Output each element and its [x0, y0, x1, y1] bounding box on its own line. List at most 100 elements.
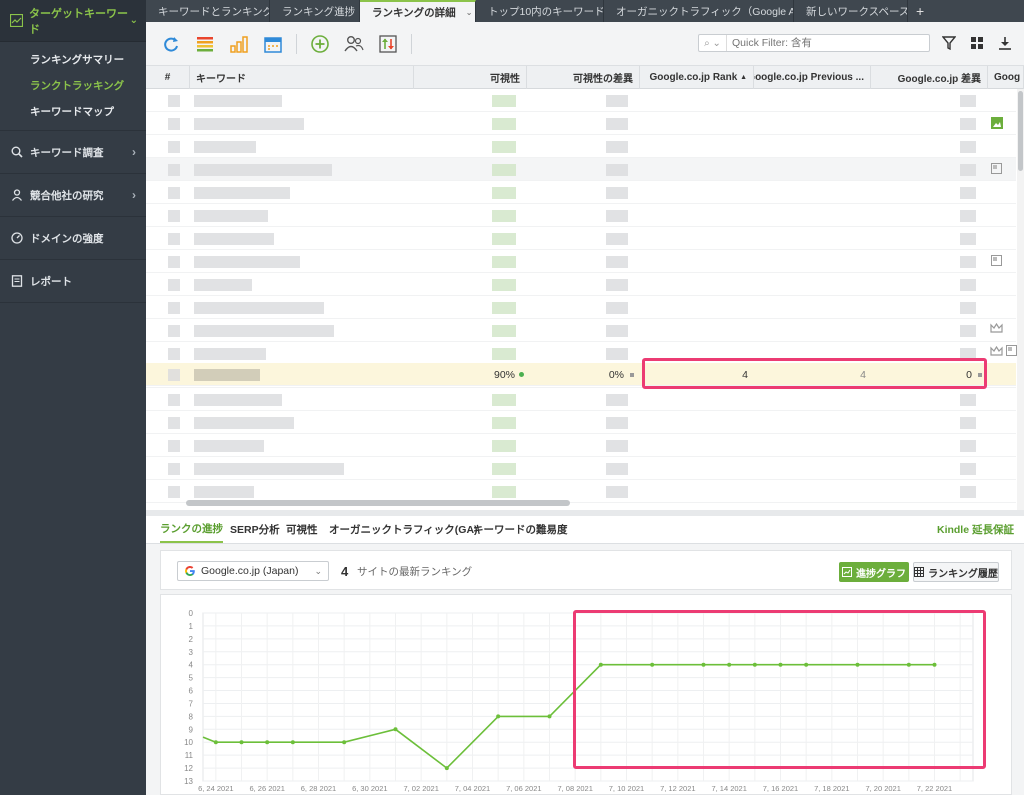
visibility-diff-text: 0%	[608, 368, 624, 381]
sidebar-item-domain-strength[interactable]: ドメインの強度	[0, 217, 146, 260]
table-row[interactable]	[146, 319, 1016, 342]
y-tick-label: 12	[184, 764, 193, 773]
blurred-cell	[606, 210, 628, 222]
refresh-icon[interactable]	[160, 33, 182, 55]
table-row[interactable]	[146, 273, 1016, 296]
tab-ranking-progress[interactable]: ランキング進捗	[270, 0, 360, 22]
tab-visibility[interactable]: 可視性	[286, 516, 318, 543]
data-point	[701, 662, 706, 667]
rank-progress-chart: 0 1 2 3 4 5 6 7 8 9 10 11 12 13 6, 24 2021 6, 26 2021 6,…	[160, 594, 1012, 795]
tab-rank-progress[interactable]: ランクの進捗	[160, 516, 223, 543]
kindle-warranty-link[interactable]: Kindle 延長保証	[937, 516, 1014, 543]
blurred-cell	[960, 256, 976, 268]
sidebar-item-label: ランキングサマリー	[30, 53, 125, 66]
add-tab-button[interactable]: +	[908, 0, 932, 22]
scrollbar-thumb[interactable]	[1018, 91, 1023, 171]
table-row[interactable]	[146, 457, 1016, 480]
sidebar-item-competitor-research[interactable]: 競合他社の研究 ›	[0, 174, 146, 217]
table-row[interactable]	[146, 135, 1016, 158]
google-icon	[185, 566, 195, 576]
blurred-cell	[168, 95, 180, 107]
col-header-google-diff[interactable]: Google.co.jp 差異	[871, 66, 988, 89]
table-row[interactable]	[146, 411, 1016, 434]
horizontal-scrollbar[interactable]	[186, 500, 570, 506]
table-row[interactable]	[146, 342, 1016, 365]
chevron-down-icon: ⌄	[465, 7, 473, 17]
tab-keywords-rankings[interactable]: キーワードとランキング	[146, 0, 270, 22]
table-row[interactable]	[146, 89, 1016, 112]
sidebar-item-ranking-summary[interactable]: ランキングサマリー	[0, 46, 146, 72]
tab-new-workspace[interactable]: 新しいワークスペース	[794, 0, 908, 22]
table-header: # キーワード 可視性 可視性の差異 Google.co.jp Rank ▲ G…	[146, 66, 1024, 89]
add-keyword-icon[interactable]	[309, 33, 331, 55]
competitors-icon[interactable]	[343, 33, 365, 55]
blurred-cell	[168, 187, 180, 199]
table-row[interactable]	[146, 158, 1016, 181]
blurred-cell	[194, 256, 300, 268]
calendar-icon[interactable]	[262, 33, 284, 55]
list-icon[interactable]	[194, 33, 216, 55]
y-tick-label: 5	[189, 674, 194, 683]
image-serp-icon	[991, 117, 1003, 129]
x-tick-label: 6, 28 2021	[301, 784, 336, 793]
col-header-visibility-diff[interactable]: 可視性の差異	[527, 66, 640, 89]
blurred-cell	[606, 141, 628, 153]
table-row[interactable]	[146, 227, 1016, 250]
table-row[interactable]	[146, 112, 1016, 135]
bar-chart-icon[interactable]	[228, 33, 250, 55]
col-header-visibility[interactable]: 可視性	[414, 66, 527, 89]
blurred-cell	[960, 325, 976, 337]
blurred-cell	[606, 118, 628, 130]
blurred-cell	[492, 141, 516, 153]
col-header-index[interactable]: #	[146, 66, 190, 89]
table-row[interactable]	[146, 250, 1016, 273]
export-icon[interactable]	[996, 34, 1014, 52]
tab-organic-traffic-ga[interactable]: オーガニックトラフィック(GA)	[329, 516, 478, 543]
x-tick-label: 7, 06 2021	[506, 784, 541, 793]
sidebar-item-label: キーワードマップ	[30, 105, 114, 118]
x-tick-label: 7, 02 2021	[403, 784, 438, 793]
sidebar-item-keyword-map[interactable]: キーワードマップ	[0, 98, 146, 124]
tab-top10-keywords[interactable]: トップ10内のキーワード	[476, 0, 604, 22]
ranking-history-button[interactable]: ランキング履歴	[913, 562, 999, 582]
search-engine-select[interactable]: Google.co.jp (Japan) ⌄	[177, 561, 329, 581]
tab-keyword-difficulty[interactable]: キーワードの難易度	[473, 516, 568, 543]
data-point	[855, 662, 860, 667]
sidebar-item-rank-tracking[interactable]: ランクトラッキング	[0, 72, 146, 98]
table-row[interactable]	[146, 204, 1016, 227]
columns-grid-icon[interactable]	[968, 34, 986, 52]
google-previous-value: 4	[860, 368, 866, 381]
tab-serp-analysis[interactable]: SERP分析	[230, 516, 280, 543]
latest-rank-label: サイトの最新ランキング	[357, 565, 473, 578]
col-header-google-previous[interactable]: Google.co.jp Previous ...	[754, 66, 871, 89]
toolbar-divider	[411, 33, 412, 54]
tab-organic-traffic[interactable]: オーガニックトラフィック（Google A...	[604, 0, 794, 22]
quick-filter-input[interactable]	[727, 37, 922, 49]
progress-graph-button[interactable]: 進捗グラフ	[839, 562, 909, 582]
table-row[interactable]	[146, 181, 1016, 204]
col-header-google-serp[interactable]: Goog	[988, 66, 1024, 89]
blurred-cell	[194, 302, 324, 314]
visibility-value: 90%	[486, 363, 524, 386]
table-row[interactable]	[146, 296, 1016, 319]
blurred-cell	[492, 210, 516, 222]
sidebar-item-reports[interactable]: レポート	[0, 260, 146, 303]
data-point	[547, 714, 552, 719]
search-icon[interactable]: ⌕ ⌄	[699, 35, 727, 51]
sidebar-item-keyword-research[interactable]: キーワード調査 ›	[0, 131, 146, 174]
tab-ranking-details[interactable]: ランキングの詳細 ⌄	[360, 0, 476, 22]
filter-icon[interactable]	[940, 34, 958, 52]
data-point	[393, 727, 398, 732]
vertical-scrollbar[interactable]	[1017, 89, 1024, 510]
blurred-cell	[168, 233, 180, 245]
table-row[interactable]	[146, 388, 1016, 411]
y-tick-label: 3	[189, 648, 194, 657]
col-header-keyword[interactable]: キーワード	[190, 66, 414, 89]
data-point	[804, 662, 809, 667]
snippet-serp-icon	[991, 163, 1002, 174]
col-header-google-rank[interactable]: Google.co.jp Rank ▲	[640, 66, 754, 89]
table-row-selected[interactable]: 90% 0% 4 4 0	[146, 363, 1016, 386]
sort-updown-icon[interactable]	[377, 33, 399, 55]
sidebar-section-target-keywords[interactable]: ターゲットキーワード ⌄	[0, 0, 146, 42]
table-row[interactable]	[146, 434, 1016, 457]
